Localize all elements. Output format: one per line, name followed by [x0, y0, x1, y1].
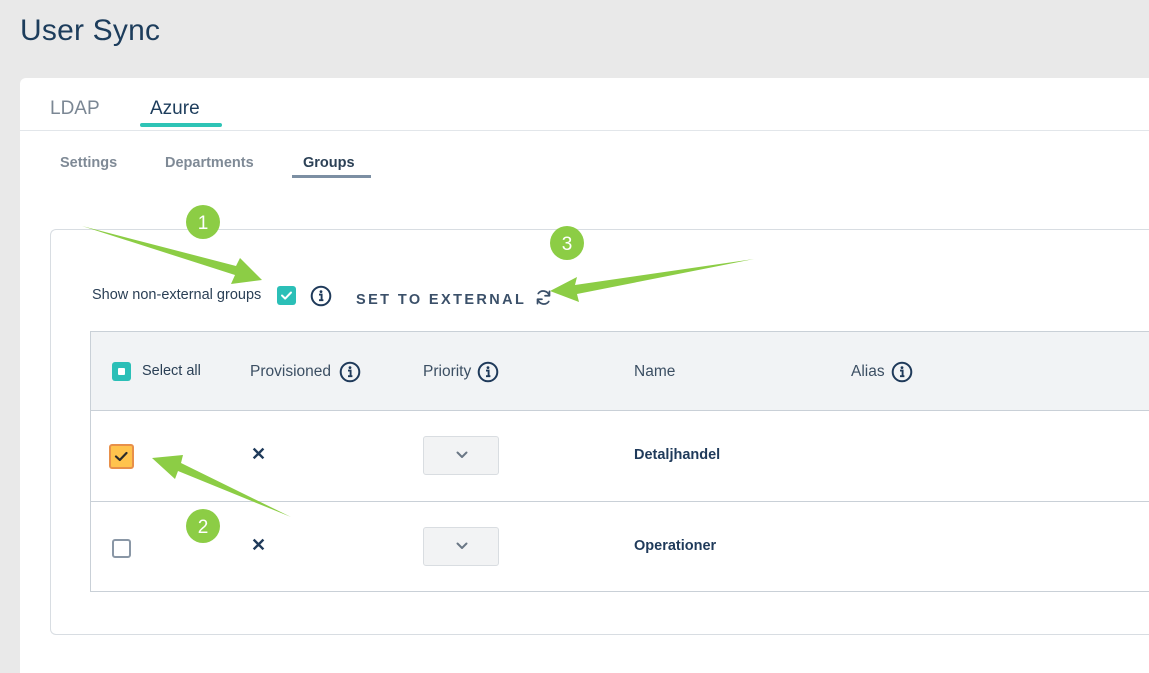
table-row: ✕ Operationer — [91, 502, 1149, 593]
row-checkbox[interactable] — [112, 539, 131, 558]
active-tab-indicator — [140, 123, 222, 127]
info-icon[interactable] — [339, 361, 361, 383]
tab-azure[interactable]: Azure — [150, 98, 200, 120]
checkmark-icon — [281, 291, 292, 300]
user-sync-card: LDAP Azure Settings Departments Groups S… — [20, 78, 1149, 673]
tab-ldap[interactable]: LDAP — [50, 98, 100, 120]
main-tabs: LDAP Azure — [20, 78, 1149, 131]
table-header: Select all Provisioned Priority Name Ali… — [91, 332, 1149, 411]
group-name: Detaljhandel — [634, 447, 721, 463]
row-checkbox[interactable] — [109, 444, 134, 469]
checkmark-icon — [114, 451, 128, 462]
subtab-departments[interactable]: Departments — [165, 155, 254, 171]
show-non-external-label: Show non-external groups — [92, 287, 262, 303]
info-icon[interactable] — [891, 361, 913, 383]
not-provisioned-icon: ✕ — [251, 444, 267, 464]
groups-table: Select all Provisioned Priority Name Ali… — [90, 331, 1149, 592]
active-subtab-indicator — [292, 175, 371, 178]
table-row: ✕ Detaljhandel — [91, 411, 1149, 502]
column-header-name: Name — [634, 363, 676, 380]
not-provisioned-icon: ✕ — [251, 535, 267, 555]
priority-select[interactable] — [423, 527, 499, 566]
page-title: User Sync — [20, 14, 161, 47]
info-icon[interactable] — [310, 285, 332, 307]
select-all-label: Select all — [142, 363, 201, 379]
show-non-external-checkbox[interactable] — [277, 286, 296, 305]
indeterminate-mark — [118, 368, 125, 375]
subtab-settings[interactable]: Settings — [60, 155, 117, 171]
column-header-provisioned: Provisioned — [250, 363, 331, 380]
set-to-external-button[interactable]: SET TO EXTERNAL — [356, 288, 553, 308]
chevron-down-icon — [456, 451, 468, 458]
priority-select[interactable] — [423, 436, 499, 475]
chevron-down-icon — [456, 542, 468, 549]
column-header-priority: Priority — [423, 363, 472, 380]
info-icon[interactable] — [477, 361, 499, 383]
column-header-alias: Alias — [851, 363, 885, 380]
set-to-external-label: SET TO EXTERNAL — [356, 292, 527, 308]
refresh-icon — [537, 290, 551, 305]
select-all-checkbox[interactable] — [112, 362, 131, 381]
subtab-groups[interactable]: Groups — [303, 155, 355, 171]
group-name: Operationer — [634, 538, 717, 554]
